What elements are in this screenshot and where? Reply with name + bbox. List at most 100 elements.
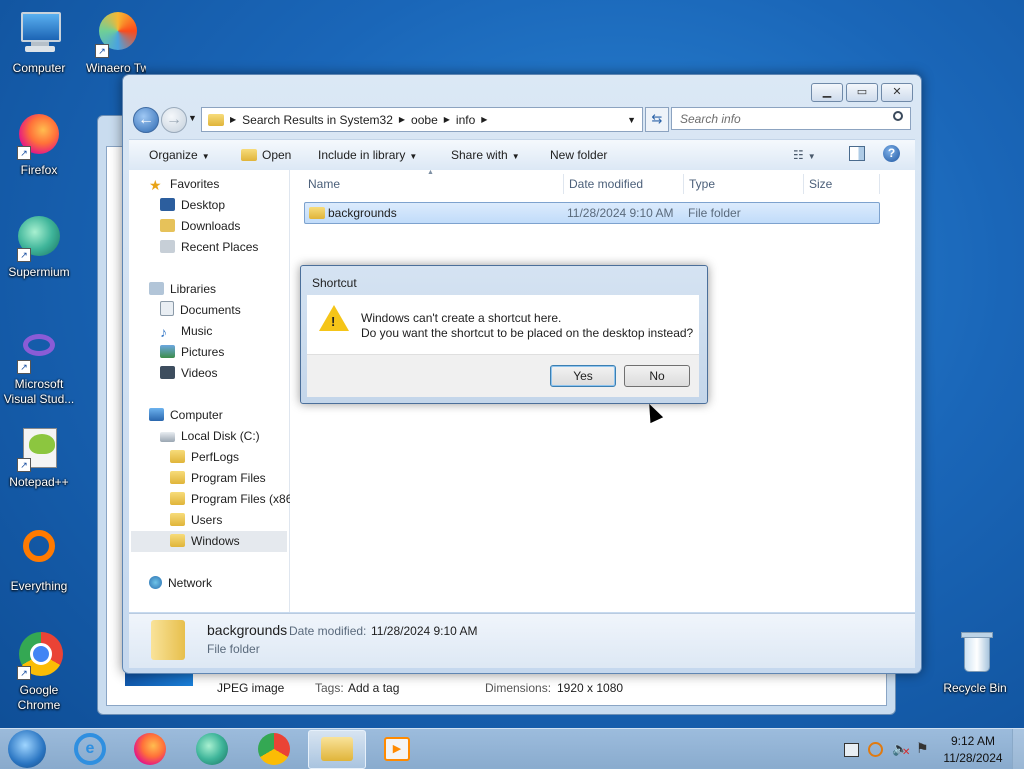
breadcrumb-arrow-icon[interactable]: ▶ xyxy=(444,115,450,124)
breadcrumb-oobe[interactable]: oobe xyxy=(411,113,438,127)
nav-network[interactable]: Network xyxy=(149,573,212,594)
tags-value[interactable]: Add a tag xyxy=(348,681,399,695)
desktop-icon-supermium[interactable]: ↗ Supermium xyxy=(0,214,78,280)
nav-libraries[interactable]: Libraries xyxy=(149,279,216,300)
desktop-icon-notepadpp[interactable]: ↗ Notepad++ xyxy=(0,424,78,490)
maximize-button[interactable]: ▭ xyxy=(846,83,878,102)
recycle-bin-icon xyxy=(951,630,999,678)
drive-icon xyxy=(160,432,175,442)
column-header-name[interactable]: Name xyxy=(308,177,340,191)
dimensions-label: Dimensions: xyxy=(485,681,552,695)
search-icon[interactable] xyxy=(893,111,903,121)
open-button[interactable]: Open xyxy=(241,148,291,162)
help-icon[interactable]: ? xyxy=(883,145,900,162)
chrome-icon: ↗ xyxy=(15,632,63,680)
desktop-icon-firefox[interactable]: ↗ Firefox xyxy=(0,112,78,178)
show-desktop-button[interactable] xyxy=(1012,729,1024,769)
address-dropdown-icon[interactable]: ▼ xyxy=(627,115,636,125)
firefox-icon: ↗ xyxy=(15,112,63,160)
desktop-icon-winaero[interactable]: ↗ Winaero Twea xyxy=(78,10,156,76)
details-date-value: 11/28/2024 9:10 AM xyxy=(371,624,478,638)
new-folder-button[interactable]: New folder xyxy=(550,148,607,162)
tray-search-icon[interactable] xyxy=(868,742,883,757)
shortcut-arrow-icon: ↗ xyxy=(17,146,31,160)
desktop-icon-computer[interactable]: Computer xyxy=(0,10,78,76)
chrome-taskbar-icon[interactable] xyxy=(258,733,290,765)
preview-pane-icon[interactable] xyxy=(849,146,865,161)
supermium-icon: ↗ xyxy=(15,214,63,262)
supermium-taskbar-icon[interactable] xyxy=(196,733,228,765)
breadcrumb-arrow-icon[interactable]: ▶ xyxy=(481,115,487,124)
table-row[interactable]: backgrounds 11/28/2024 9:10 AM File fold… xyxy=(304,202,880,224)
search-input[interactable]: Search info xyxy=(671,107,911,130)
notepadpp-icon: ↗ xyxy=(15,424,63,472)
close-button[interactable]: ✕ xyxy=(881,83,913,102)
shortcut-arrow-icon: ↗ xyxy=(17,360,31,374)
recent-places-icon xyxy=(160,240,175,253)
minimize-button[interactable]: ▁ xyxy=(811,83,843,102)
breadcrumb-arrow-icon[interactable]: ▶ xyxy=(399,115,405,124)
shortcut-dialog[interactable]: Shortcut ! Windows can't create a shortc… xyxy=(300,265,708,404)
column-header-size[interactable]: Size xyxy=(809,177,832,191)
breadcrumb-search-results[interactable]: Search Results in System32 xyxy=(242,113,393,127)
dimensions-value: 1920 x 1080 xyxy=(557,681,624,695)
no-button[interactable]: No xyxy=(624,365,690,387)
desktop-icon-everything[interactable]: Everything xyxy=(0,528,78,594)
nav-downloads[interactable]: Downloads xyxy=(160,216,240,237)
yes-button[interactable]: Yes xyxy=(550,365,616,387)
share-with-menu[interactable]: Share with ▼ xyxy=(451,148,520,162)
large-folder-icon xyxy=(151,620,185,660)
nav-favorites[interactable]: ★ Favorites xyxy=(149,174,219,195)
folder-icon xyxy=(170,450,185,463)
breadcrumb-info[interactable]: info xyxy=(456,113,475,127)
dialog-message-line2: Do you want the shortcut to be placed on… xyxy=(361,326,694,340)
organize-menu[interactable]: Organize ▼ xyxy=(149,148,210,162)
firefox-taskbar-icon[interactable] xyxy=(134,733,166,765)
shortcut-arrow-icon: ↗ xyxy=(17,248,31,262)
desktop-icon-chrome[interactable]: ↗ Google Chrome xyxy=(0,632,78,713)
tray-action-center-flag-icon[interactable]: ⚑ xyxy=(916,740,929,757)
nav-program-files[interactable]: Program Files xyxy=(170,468,266,489)
column-header-date-modified[interactable]: Date modified xyxy=(569,177,643,191)
nav-desktop[interactable]: Desktop xyxy=(160,195,225,216)
tray-network-icon[interactable] xyxy=(844,743,859,757)
nav-recent-places[interactable]: Recent Places xyxy=(160,237,258,258)
forward-button[interactable]: → xyxy=(161,107,187,133)
nav-users[interactable]: Users xyxy=(170,510,222,531)
column-header-type[interactable]: Type xyxy=(689,177,715,191)
nav-videos[interactable]: Videos xyxy=(160,363,217,384)
media-player-icon[interactable]: ▶ xyxy=(384,737,410,761)
desktop-icon-visual-studio[interactable]: ↗ Microsoft Visual Stud... xyxy=(0,326,78,407)
desktop-icon-recycle-bin[interactable]: Recycle Bin xyxy=(936,630,1014,696)
clock-date[interactable]: 11/28/2024 xyxy=(942,751,1004,765)
nav-program-files-x86[interactable]: Program Files (x86 xyxy=(170,489,292,510)
nav-windows[interactable]: Windows xyxy=(131,531,287,552)
caption-buttons: ▁ ▭ ✕ xyxy=(808,83,913,102)
include-in-library-menu[interactable]: Include in library ▼ xyxy=(318,148,417,162)
clock-time[interactable]: 9:12 AM xyxy=(950,734,996,748)
libraries-icon xyxy=(149,282,164,295)
nav-computer[interactable]: Computer xyxy=(149,405,223,426)
recent-pages-dropdown-icon[interactable]: ▼ xyxy=(188,113,197,123)
nav-music[interactable]: ♪ Music xyxy=(160,321,212,342)
shortcut-arrow-icon: ↗ xyxy=(17,458,31,472)
nav-local-disk[interactable]: Local Disk (C:) xyxy=(160,426,260,447)
change-view-icon[interactable]: ☷ ▼ xyxy=(793,148,816,162)
refresh-button[interactable]: ⇆ xyxy=(645,107,669,132)
details-type: File folder xyxy=(207,642,260,656)
star-icon: ★ xyxy=(149,177,162,193)
nav-documents[interactable]: Documents xyxy=(160,300,241,321)
address-bar[interactable]: ▶ Search Results in System32 ▶ oobe ▶ in… xyxy=(201,107,643,132)
explorer-taskbar-button[interactable] xyxy=(308,730,366,769)
taskbar: e ▶ 🔈 ✕ ⚑ 9:12 AM 11/28/2024 xyxy=(0,728,1024,769)
start-button[interactable] xyxy=(8,730,46,768)
nav-pictures[interactable]: Pictures xyxy=(160,342,224,363)
breadcrumb-arrow-icon[interactable]: ▶ xyxy=(230,115,236,124)
tags-label: Tags: xyxy=(315,681,344,695)
dialog-message-line1: Windows can't create a shortcut here. xyxy=(361,311,562,325)
nav-perflogs[interactable]: PerfLogs xyxy=(170,447,239,468)
folder-icon xyxy=(170,534,185,547)
back-button[interactable]: ← xyxy=(133,107,159,133)
computer-icon xyxy=(15,10,63,58)
internet-explorer-icon[interactable]: e xyxy=(74,733,106,765)
